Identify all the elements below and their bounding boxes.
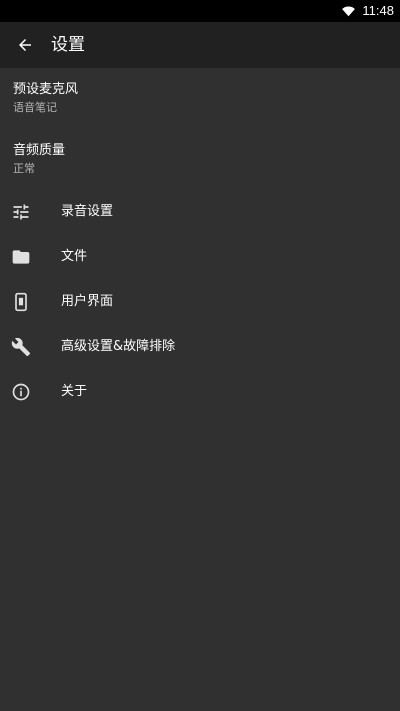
preference-title: 音频质量 <box>13 143 66 158</box>
status-time: 11:48 <box>362 3 394 18</box>
menu-item-label: 关于 <box>61 384 88 399</box>
wifi-icon <box>342 6 355 17</box>
preference-audio-quality[interactable]: 音频质量 正常 <box>0 134 400 188</box>
preference-summary: 正常 <box>13 162 35 175</box>
phone-screen-icon <box>11 292 31 312</box>
menu-item-label: 高级设置&故障排除 <box>61 339 176 354</box>
menu-item-files[interactable]: 文件 <box>0 235 400 280</box>
menu-item-user-interface[interactable]: 用户界面 <box>0 280 400 325</box>
menu-item-advanced-troubleshooting[interactable]: 高级设置&故障排除 <box>0 325 400 370</box>
preference-default-microphone[interactable]: 预设麦克风 语音笔记 <box>0 72 400 126</box>
tune-sliders-icon <box>11 202 31 222</box>
arrow-back-icon <box>19 39 31 51</box>
info-icon <box>11 382 31 402</box>
app-toolbar: 设置 <box>0 22 400 68</box>
status-bar: 11:48 <box>0 0 400 22</box>
preference-summary: 语音笔记 <box>13 101 57 114</box>
wrench-icon <box>11 337 31 357</box>
menu-item-label: 录音设置 <box>61 204 114 219</box>
menu-item-label: 文件 <box>61 249 88 264</box>
menu-item-label: 用户界面 <box>61 294 114 309</box>
page-title: 设置 <box>51 35 85 55</box>
menu-item-recording-settings[interactable]: 录音设置 <box>0 190 400 235</box>
back-button[interactable] <box>6 26 44 64</box>
preference-title: 预设麦克风 <box>13 82 79 97</box>
menu-item-about[interactable]: 关于 <box>0 370 400 415</box>
folder-icon <box>11 247 31 267</box>
